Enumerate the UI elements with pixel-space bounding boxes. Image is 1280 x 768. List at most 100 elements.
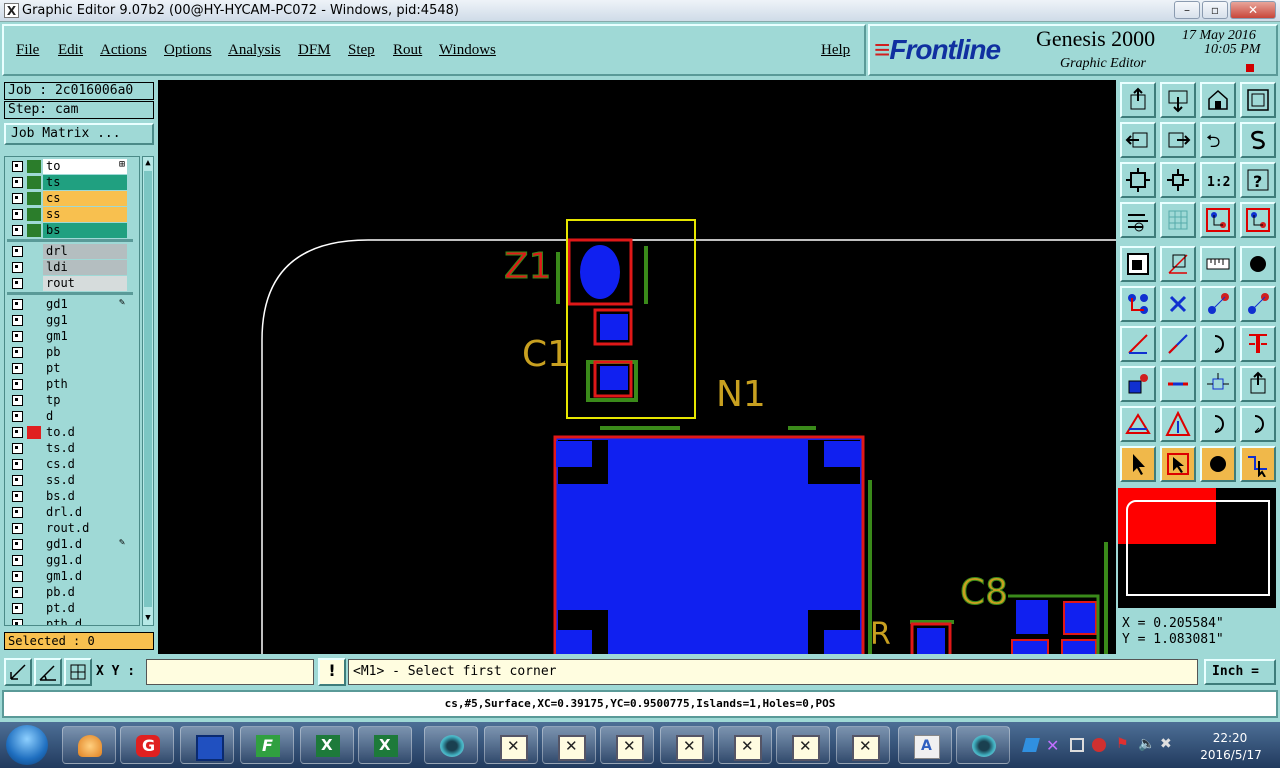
layer-color-swatch[interactable] (27, 538, 41, 551)
clock-date[interactable]: 2016/5/17 (1196, 748, 1266, 762)
layer-row[interactable]: to.d (7, 425, 127, 440)
layer-color-swatch[interactable] (27, 474, 41, 487)
tray-device-icon[interactable] (1070, 738, 1084, 752)
taskbar-app[interactable]: G (120, 726, 174, 764)
layer-row[interactable]: to ⊞ (7, 159, 127, 174)
menu-file[interactable]: File (16, 42, 39, 59)
layer-name[interactable]: gg1 (43, 313, 127, 328)
layer-row[interactable]: tp (7, 393, 127, 408)
tray-network-icon[interactable]: ✖ (1160, 736, 1172, 752)
move-dot2-button[interactable] (1240, 286, 1276, 322)
layer-row[interactable]: rout (7, 276, 127, 291)
line-minus-button[interactable] (1160, 366, 1196, 402)
layer-name[interactable]: ss.d (43, 473, 127, 488)
layer-color-swatch[interactable] (27, 314, 41, 327)
tray-volume-icon[interactable]: 🔈 (1138, 736, 1155, 752)
layer-name[interactable]: drl (43, 244, 127, 259)
layer-checkbox[interactable] (12, 427, 23, 438)
layer-checkbox[interactable] (12, 475, 23, 486)
measure-angle-icon[interactable] (34, 658, 62, 686)
job-matrix-button[interactable]: Job Matrix ... (4, 123, 154, 145)
layers-button[interactable] (1120, 202, 1156, 238)
layer-color-swatch[interactable] (27, 490, 41, 503)
tray-x-icon[interactable]: ✕ (1046, 736, 1059, 755)
layer-color-swatch[interactable] (27, 394, 41, 407)
pointer-circle-button[interactable] (1200, 446, 1236, 482)
layer-checkbox[interactable] (12, 262, 23, 273)
line-button[interactable] (1120, 326, 1156, 362)
taskbar-app[interactable]: A (898, 726, 952, 764)
layer-row[interactable]: ts.d (7, 441, 127, 456)
layer-checkbox[interactable] (12, 587, 23, 598)
scroll-down-icon[interactable]: ▼ (144, 613, 152, 623)
layer-color-swatch[interactable] (27, 586, 41, 599)
layer-row[interactable]: bs.d (7, 489, 127, 504)
layer-checkbox[interactable] (12, 299, 23, 310)
menu-step[interactable]: Step (348, 42, 375, 59)
unit-selector[interactable]: Inch = (1204, 659, 1276, 685)
layer-name[interactable]: pth.d (43, 617, 127, 625)
window-button[interactable] (1240, 82, 1276, 118)
layer-row[interactable]: ss.d (7, 473, 127, 488)
layer-color-swatch[interactable] (27, 442, 41, 455)
layer-color-swatch[interactable] (27, 224, 41, 237)
arch-button[interactable] (1200, 406, 1236, 442)
layer-name[interactable]: cs.d (43, 457, 127, 472)
layer-row[interactable]: drl.d (7, 505, 127, 520)
xy-input[interactable] (146, 659, 314, 685)
layer-row[interactable]: gm1.d (7, 569, 127, 584)
layer-name[interactable]: ss (43, 207, 127, 222)
layer-color-swatch[interactable] (27, 554, 41, 567)
menu-analysis[interactable]: Analysis (228, 42, 281, 59)
layer-row[interactable]: pb.d (7, 585, 127, 600)
layer-row[interactable]: pt (7, 361, 127, 376)
taskbar-app[interactable]: ✕ (776, 726, 830, 764)
layer-color-swatch[interactable] (27, 346, 41, 359)
arch2-button[interactable] (1240, 406, 1276, 442)
layer-color-swatch[interactable] (27, 298, 41, 311)
taskbar-app[interactable]: X (300, 726, 354, 764)
maximize-button[interactable]: ▫ (1202, 1, 1228, 19)
move-dot-button[interactable] (1200, 286, 1236, 322)
layer-name[interactable]: tp (43, 393, 127, 408)
grid-snap-icon[interactable] (64, 658, 92, 686)
layer-checkbox[interactable] (12, 225, 23, 236)
layer-row[interactable]: cs.d (7, 457, 127, 472)
layer-checkbox[interactable] (12, 443, 23, 454)
taskbar-app[interactable] (956, 726, 1010, 764)
taskbar-app[interactable]: ✕ (600, 726, 654, 764)
layer-checkbox[interactable] (12, 315, 23, 326)
layer-checkbox[interactable] (12, 571, 23, 582)
layer-checkbox[interactable] (12, 395, 23, 406)
layer-name[interactable]: ldi (43, 260, 127, 275)
layer-row[interactable]: gg1 (7, 313, 127, 328)
taskbar-app[interactable]: ✕ (718, 726, 772, 764)
layer-row[interactable]: ts (7, 175, 127, 190)
layer-name[interactable]: gd1.d (43, 537, 127, 552)
menu-dfm[interactable]: DFM (298, 42, 331, 59)
warning-button[interactable]: ! (318, 658, 346, 686)
layer-name[interactable]: pb.d (43, 585, 127, 600)
back-button[interactable]: ⮌ (1200, 122, 1236, 158)
layer-color-swatch[interactable] (27, 277, 41, 290)
layer-name[interactable]: drl.d (43, 505, 127, 520)
menu-options[interactable]: Options (164, 42, 212, 59)
layer-checkbox[interactable] (12, 161, 23, 172)
taskbar-app[interactable]: X (358, 726, 412, 764)
zoom-center-button[interactable] (1160, 162, 1196, 198)
snap-button[interactable] (1240, 122, 1276, 158)
layer-checkbox[interactable] (12, 177, 23, 188)
pads-red-button[interactable] (1240, 202, 1276, 238)
menu-help[interactable]: Help (821, 42, 850, 59)
zoom-box-icon[interactable] (4, 658, 32, 686)
layer-name[interactable]: d (43, 409, 127, 424)
up-button[interactable] (1120, 82, 1156, 118)
layer-checkbox[interactable] (12, 331, 23, 342)
layer-row[interactable]: cs (7, 191, 127, 206)
layer-name[interactable]: pt (43, 361, 127, 376)
layer-checkbox[interactable] (12, 246, 23, 257)
layer-checkbox[interactable] (12, 193, 23, 204)
layer-checkbox[interactable] (12, 491, 23, 502)
layer-name[interactable]: cs (43, 191, 127, 206)
taskbar-app[interactable] (180, 726, 234, 764)
